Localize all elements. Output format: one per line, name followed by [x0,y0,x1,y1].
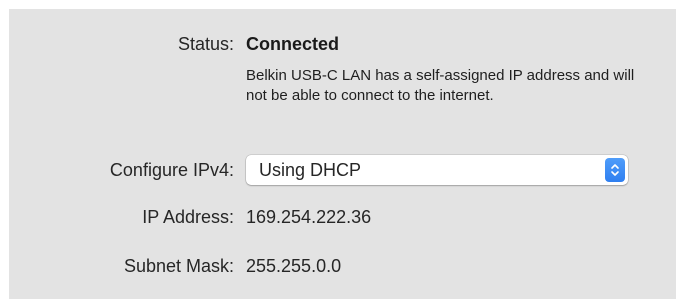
network-details-panel [9,9,676,299]
subnet-mask-value: 255.255.0.0 [246,256,342,276]
configure-ipv4-selected-value: Using DHCP [259,160,362,180]
subnet-mask-label: Subnet Mask: [123,256,234,276]
configure-ipv4-label: Configure IPv4: [109,160,234,180]
status-description: Belkin USB-C LAN has a self-assigned IP … [246,67,635,104]
up-down-chevron-icon[interactable] [605,158,625,182]
status-label: Status: [177,34,234,54]
status-value: Connected [246,34,340,54]
up-down-chevron-glyph [611,164,619,176]
ip-address-label: IP Address: [142,207,234,227]
configure-ipv4-select[interactable]: Using DHCP [246,155,628,185]
ip-address-value: 169.254.222.36 [246,207,372,227]
